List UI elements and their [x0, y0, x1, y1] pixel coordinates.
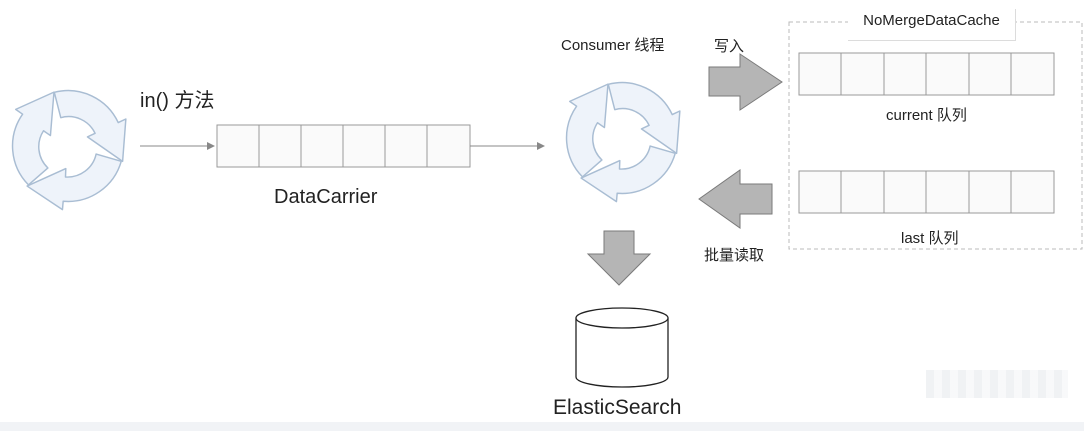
- consumer-thread-label: Consumer 线程: [561, 37, 665, 54]
- last-queue: [798, 170, 1055, 214]
- bottom-strip: [0, 422, 1084, 431]
- nomergedatacache-title: NoMergeDataCache: [848, 9, 1016, 41]
- write-arrow-icon: [708, 53, 783, 111]
- down-arrow-icon: [586, 230, 652, 286]
- write-label: 写入: [714, 38, 745, 55]
- current-queue-label: current 队列: [886, 107, 967, 124]
- last-queue-label: last 队列: [901, 230, 959, 247]
- producer-cycle-icon: [11, 89, 127, 211]
- datacarrier-label: DataCarrier: [274, 186, 378, 208]
- consumer-cycle-icon: [565, 81, 681, 203]
- current-queue: [798, 52, 1055, 96]
- datacarrier-queue: [216, 124, 471, 168]
- blurred-watermark: [926, 370, 1068, 398]
- diagram-canvas: in() 方法 DataCarrier Consumer 线程 写入 NoMer…: [0, 0, 1084, 431]
- batch-read-label: 批量读取: [704, 247, 765, 264]
- diagram-graphics: [11, 21, 1083, 388]
- database-cylinder-icon: [575, 307, 669, 388]
- elasticsearch-label: ElasticSearch: [553, 396, 682, 419]
- in-method-label: in() 方法: [140, 90, 215, 112]
- batch-read-arrow-icon: [698, 169, 773, 229]
